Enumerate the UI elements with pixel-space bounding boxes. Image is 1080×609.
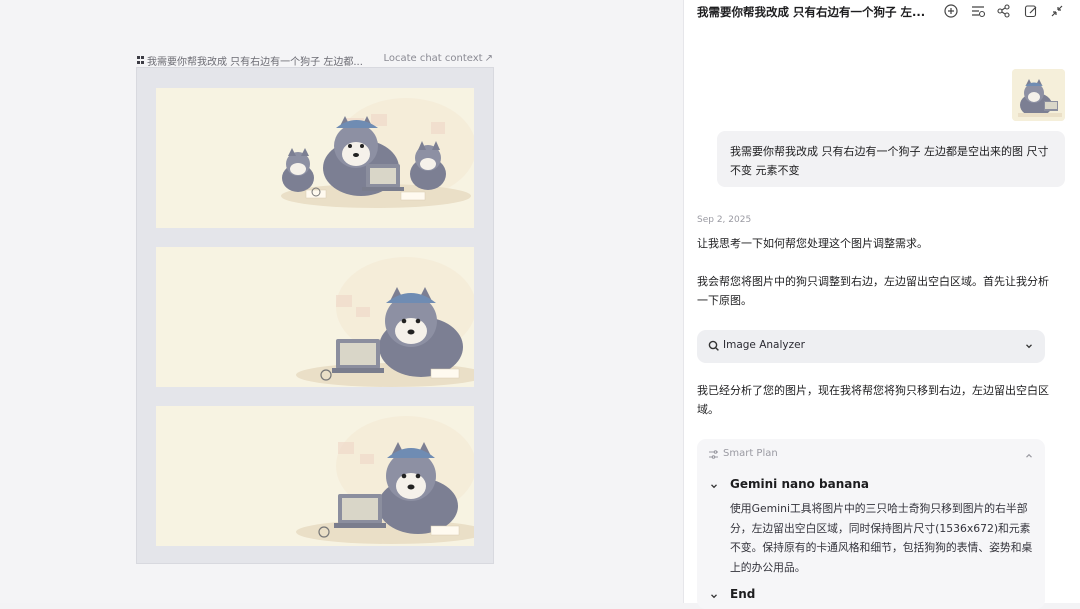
image-analyzer-tool-card[interactable]: Image Analyzer [697,330,1045,363]
husky-trio-illustration [156,88,474,228]
smart-plan-header: Smart Plan [723,448,778,459]
canvas-header: 我需要你帮我改成 只有右边有一个狗子 左边都... Locate chat co… [137,53,493,68]
new-chat-icon[interactable] [943,3,959,19]
tool-label: Image Analyzer [723,339,805,351]
chevron-up-icon[interactable] [1024,451,1034,461]
edit-icon[interactable] [1023,3,1039,19]
search-icon [708,340,719,351]
husky-single-illustration [156,406,474,546]
chevron-down-icon[interactable] [709,481,719,491]
chat-topbar: 我需要你帮我改成 只有右边有一个狗子 左... [684,0,1080,24]
image-card-edited-1[interactable] [156,247,474,387]
image-card-original[interactable] [156,88,474,228]
plan-step-title[interactable]: Gemini nano banana [730,477,869,491]
plan-step-title[interactable]: End [730,587,755,601]
attached-image-thumbnail[interactable] [1012,69,1065,121]
assistant-message-3: 我已经分析了您的图片，现在我将帮您将狗只移到右边，左边留出空白区域。 [697,384,1049,416]
collapse-icon[interactable] [1049,3,1065,19]
image-stack [136,67,494,564]
user-message-text: 我需要你帮我改成 只有右边有一个狗子 左边都是空出来的图 尺寸不变 元素不变 [730,145,1049,177]
chevron-down-icon[interactable] [709,591,719,601]
history-list-icon[interactable] [970,3,986,19]
chat-title: 我需要你帮我改成 只有右边有一个狗子 左... [697,5,926,19]
husky-thumbnail-image [1012,69,1065,121]
canvas-title: 我需要你帮我改成 只有右边有一个狗子 左边都... [147,57,363,68]
locate-chat-context-link[interactable]: Locate chat context ↗ [383,53,493,64]
husky-single-illustration [156,247,474,387]
image-card-edited-2[interactable] [156,406,474,546]
external-link-icon: ↗ [484,53,493,64]
message-date: Sep 2, 2025 [697,215,752,225]
assistant-message-2: 我会帮您将图片中的狗只调整到右边，左边留出空白区域。首先让我分析一下原图。 [697,275,1049,307]
smart-plan-card: Smart Plan Gemini nano banana 使用Gemini工具… [697,439,1045,609]
user-message-bubble: 我需要你帮我改成 只有右边有一个狗子 左边都是空出来的图 尺寸不变 元素不变 [717,131,1065,187]
grid-icon [137,56,145,64]
chat-panel: 我需要你帮我改成 只有右边有一个狗子 左... 我需要你帮我改成 只有右边有一个… [683,0,1080,609]
assistant-message-1: 让我思考一下如何帮您处理这个图片调整需求。 [697,237,928,250]
canvas-panel: 我需要你帮我改成 只有右边有一个狗子 左边都... Locate chat co… [0,0,683,603]
plan-icon [709,450,718,459]
plan-step-description: 使用Gemini工具将图片中的三只哈士奇狗只移到图片的右半部分，左边留出空白区域… [730,502,1033,574]
share-icon[interactable] [996,3,1012,19]
chevron-down-icon[interactable] [1024,341,1034,351]
